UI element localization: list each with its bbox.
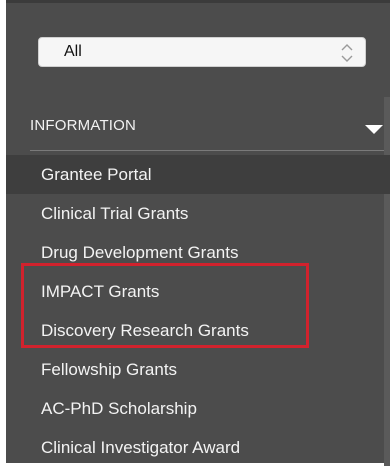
- section-divider: [30, 150, 384, 151]
- nav-item-label: Discovery Research Grants: [41, 321, 249, 340]
- sidebar-panel: All INFORMATION Grantee Portal Clinical …: [6, 0, 390, 466]
- nav-item-label: Fellowship Grants: [41, 360, 178, 379]
- section-title: INFORMATION: [30, 117, 137, 134]
- chevron-up-down-icon: [341, 44, 353, 62]
- nav-item-clinical-trial-grants[interactable]: Clinical Trial Grants: [6, 194, 390, 233]
- nav-item-ac-phd-scholarship[interactable]: AC-PhD Scholarship: [6, 389, 390, 428]
- nav-item-grantee-portal[interactable]: Grantee Portal: [6, 155, 390, 194]
- filter-select[interactable]: All: [38, 37, 366, 67]
- nav-item-fellowship-grants[interactable]: Fellowship Grants: [6, 350, 390, 389]
- nav-item-label: Drug Development Grants: [41, 243, 239, 262]
- nav-item-impact-grants[interactable]: IMPACT Grants: [6, 272, 390, 311]
- nav-list: Grantee Portal Clinical Trial Grants Dru…: [6, 155, 390, 467]
- nav-item-discovery-research-grants[interactable]: Discovery Research Grants: [6, 311, 390, 350]
- nav-item-label: AC-PhD Scholarship: [41, 399, 197, 418]
- filter-select-value: All: [64, 43, 82, 60]
- triangle-down-icon[interactable]: [365, 125, 383, 134]
- nav-item-label: Clinical Trial Grants: [41, 204, 189, 223]
- nav-item-label: Clinical Investigator Award: [41, 438, 241, 457]
- nav-item-label: IMPACT Grants: [41, 282, 160, 301]
- nav-item-label: Grantee Portal: [41, 165, 152, 184]
- nav-item-clinical-investigator-award[interactable]: Clinical Investigator Award: [6, 428, 390, 467]
- nav-item-drug-development-grants[interactable]: Drug Development Grants: [6, 233, 390, 272]
- section-header-information[interactable]: INFORMATION: [30, 111, 390, 145]
